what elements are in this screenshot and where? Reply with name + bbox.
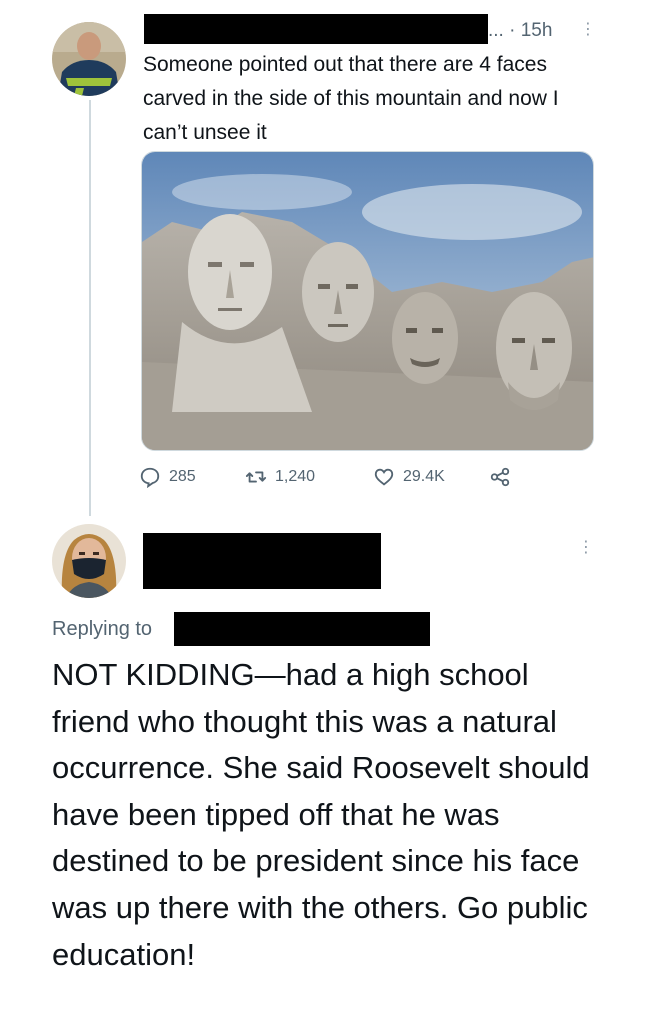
share-button[interactable] xyxy=(489,466,511,488)
more-vertical-icon[interactable]: ⋮ xyxy=(578,540,594,556)
redacted-username xyxy=(144,14,488,44)
heart-icon xyxy=(373,466,395,488)
retweet-button[interactable]: 1,240 xyxy=(245,466,315,488)
retweet-count: 1,240 xyxy=(275,468,316,485)
user-avatar-icon[interactable] xyxy=(52,524,126,598)
tweet-text: Someone pointed out that there are 4 fac… xyxy=(143,53,559,144)
tweet-timestamp: ... · 15h xyxy=(488,20,553,41)
replying-to-label: Replying to xyxy=(52,618,153,640)
like-count: 29.4K xyxy=(403,468,445,485)
retweet-icon xyxy=(245,466,267,488)
reply-button[interactable]: 285 xyxy=(139,466,196,488)
reply-icon xyxy=(139,466,161,488)
thread-connector-line xyxy=(89,100,91,516)
more-vertical-icon[interactable]: ⋮ xyxy=(580,22,596,38)
redacted-reply-handle xyxy=(174,612,430,646)
like-button[interactable]: 29.4K xyxy=(373,466,445,488)
mount-rushmore-photo[interactable] xyxy=(141,151,594,451)
reply-text: NOT KIDDING—had a high school friend who… xyxy=(52,657,590,972)
user-avatar-icon[interactable] xyxy=(52,22,126,96)
redacted-username xyxy=(143,533,381,589)
reply-count: 285 xyxy=(169,468,196,485)
share-icon xyxy=(489,466,511,488)
